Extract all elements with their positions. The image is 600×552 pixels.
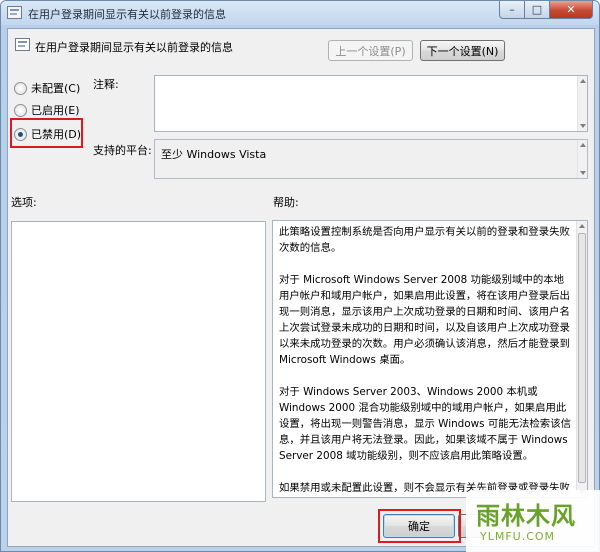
highlight-box-ok xyxy=(378,509,461,543)
dialog-window: 在用户登录期间显示有关以前登录的信息 – □ ✕ 在用户登录期间显示有关以前登录… xyxy=(0,0,600,552)
platform-value: 至少 Windows Vista xyxy=(161,148,267,161)
title-bar[interactable]: 在用户登录期间显示有关以前登录的信息 – □ ✕ xyxy=(1,1,599,25)
radio-label: 未配置(C) xyxy=(31,82,81,95)
help-label: 帮助: xyxy=(273,196,299,209)
scroll-thumb[interactable] xyxy=(578,233,586,483)
comment-scrollbar[interactable] xyxy=(577,76,587,131)
scroll-up-icon[interactable] xyxy=(580,143,586,147)
next-setting-button[interactable]: 下一个设置(N) xyxy=(420,40,505,61)
comment-textarea[interactable] xyxy=(154,75,588,132)
highlight-box-disabled xyxy=(10,118,83,148)
help-text: 此策略设置控制系统是否向用户显示有关以前的登录和登录失败次数的信息。 对于 Mi… xyxy=(279,224,571,497)
scroll-down-icon[interactable] xyxy=(580,171,586,175)
radio-enabled[interactable]: 已启用(E) xyxy=(14,102,80,118)
dialog-body: 在用户登录期间显示有关以前登录的信息 上一个设置(P) 下一个设置(N) 未配置… xyxy=(7,28,595,547)
watermark-main: 雨林木风 xyxy=(476,501,576,530)
options-panel xyxy=(11,221,266,502)
help-paragraph: 对于 Microsoft Windows Server 2008 功能级别域中的… xyxy=(279,274,570,366)
comment-label: 注释: xyxy=(93,78,119,91)
help-panel[interactable]: 此策略设置控制系统是否向用户显示有关以前的登录和登录失败次数的信息。 对于 Mi… xyxy=(272,220,588,498)
scroll-up-icon[interactable] xyxy=(579,224,585,228)
options-label: 选项: xyxy=(11,196,37,209)
close-button[interactable]: ✕ xyxy=(550,1,593,19)
watermark-sub: YLMFU.COM xyxy=(480,530,556,543)
maximize-button[interactable]: □ xyxy=(525,1,550,19)
radio-circle[interactable] xyxy=(14,81,27,95)
scroll-up-icon[interactable] xyxy=(580,79,586,83)
platform-scrollbar[interactable] xyxy=(577,140,587,178)
radio-label: 已启用(E) xyxy=(31,104,80,117)
watermark-logo: 雨林木风 YLMFU.COM xyxy=(466,490,600,552)
help-scrollbar[interactable] xyxy=(576,221,587,497)
previous-setting-button[interactable]: 上一个设置(P) xyxy=(328,40,413,61)
scroll-down-icon[interactable] xyxy=(580,124,586,128)
setting-icon xyxy=(15,38,30,51)
minimize-button[interactable]: – xyxy=(499,1,525,19)
radio-circle[interactable] xyxy=(14,103,27,117)
setting-name: 在用户登录期间显示有关以前登录的信息 xyxy=(35,41,233,54)
help-paragraph: 此策略设置控制系统是否向用户显示有关以前的登录和登录失败次数的信息。 xyxy=(279,226,570,254)
window-controls: – □ ✕ xyxy=(499,1,593,20)
platform-label: 支持的平台: xyxy=(93,144,152,157)
window-title: 在用户登录期间显示有关以前登录的信息 xyxy=(28,8,226,21)
radio-not-configured[interactable]: 未配置(C) xyxy=(14,80,80,96)
platform-field: 至少 Windows Vista xyxy=(154,139,588,179)
policy-setting-icon xyxy=(7,6,22,19)
help-paragraph: 对于 Windows Server 2003、Windows 2000 本机或 … xyxy=(279,386,571,462)
